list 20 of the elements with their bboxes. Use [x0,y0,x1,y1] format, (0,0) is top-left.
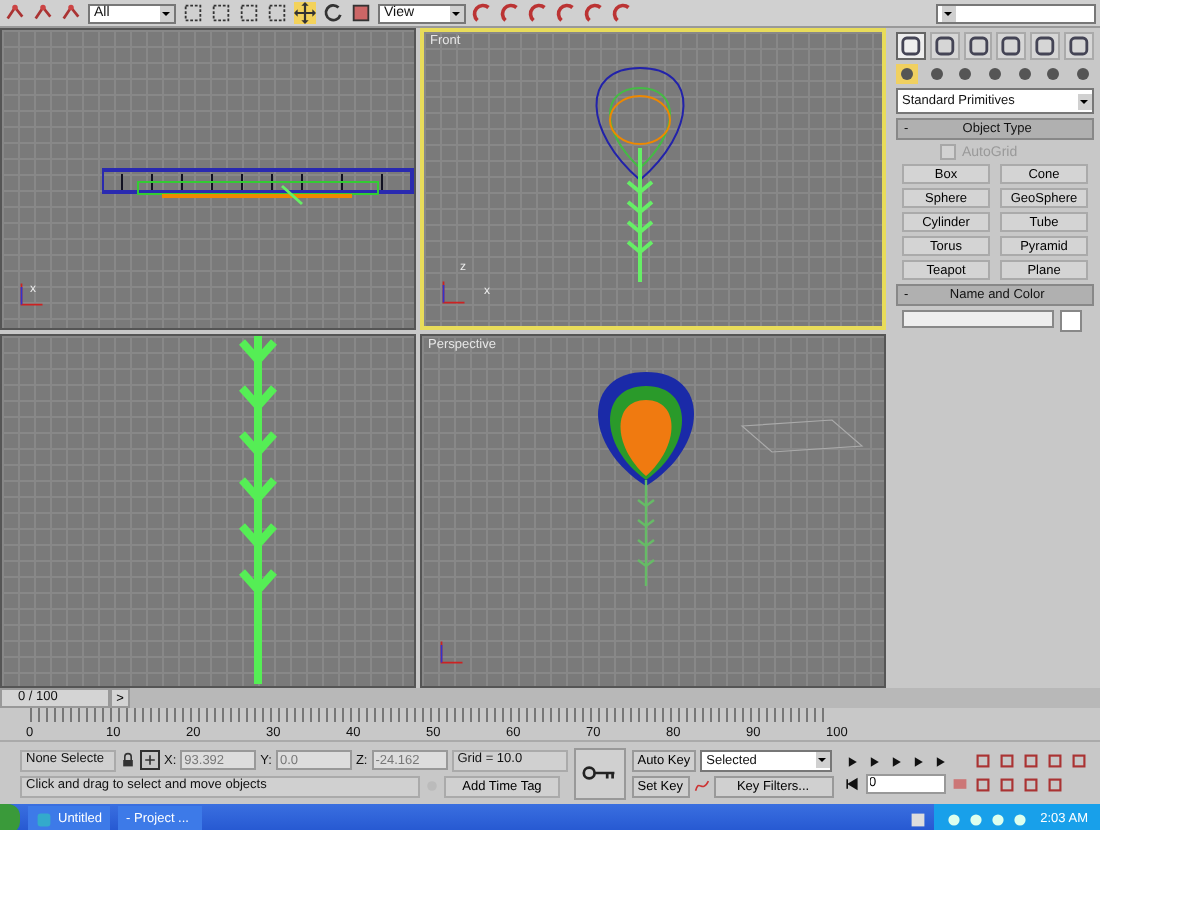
play-icon[interactable] [887,753,903,769]
grid-plane-drawing [740,418,864,454]
named-selection-dropdown[interactable] [936,3,1096,23]
key-icon [581,764,618,782]
set-keys-button[interactable] [573,747,626,799]
color-swatch[interactable] [1060,310,1082,332]
rotate-icon[interactable] [322,2,344,24]
absolute-mode-icon[interactable] [140,750,160,770]
axis-tripod-icon [438,638,466,666]
axis-tripod-icon [440,278,468,306]
start-button[interactable] [0,804,20,830]
move-icon[interactable] [294,2,316,24]
name-field[interactable] [902,310,1054,328]
scale-icon[interactable] [350,2,372,24]
viewport[interactable] [0,334,416,688]
lock-icon[interactable] [120,752,136,768]
curve-icon[interactable] [693,778,709,794]
rectangle-select-icon[interactable] [238,2,260,24]
axis-tripod-icon [18,280,46,308]
app-icon [36,811,52,827]
